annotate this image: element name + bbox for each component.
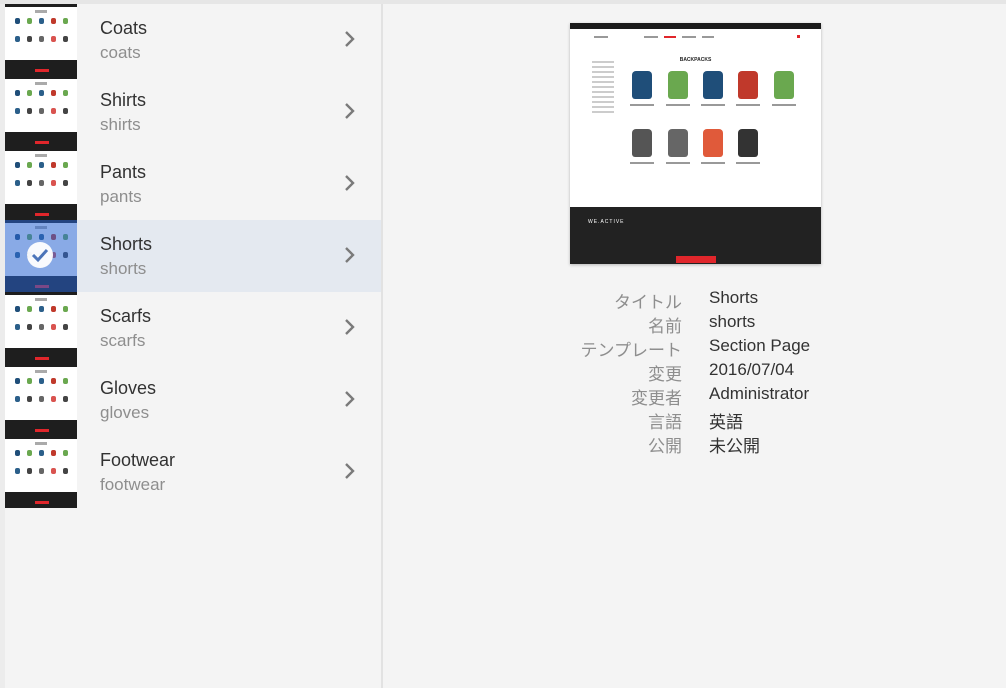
item-name: scarfs [100,331,146,350]
item-title: Pants [100,162,147,182]
property-label: 変更 [648,365,682,385]
property-label: 言語 [648,413,682,433]
preview-footer: WE.ACTIVE [570,207,821,264]
column-view: Coats coats Shirts shirts Pants pants Sh… [5,4,383,688]
property-row: テンプレート Section Page [560,336,860,361]
property-value: Administrator [709,384,810,403]
column-item-shorts[interactable]: Shorts shorts [5,220,381,292]
property-value: 英語 [709,413,743,432]
column-item-scarfs[interactable]: Scarfs scarfs [5,292,381,364]
product-image [632,71,652,99]
product-image [632,129,652,157]
product-image [774,71,794,99]
chevron-right-icon[interactable] [344,174,356,192]
chevron-right-icon[interactable] [344,30,356,48]
preview-button [676,256,716,263]
chevron-right-icon[interactable] [344,102,356,120]
item-name: shirts [100,115,141,134]
property-value: Shorts [709,288,759,307]
product-image [703,129,723,157]
product-label [666,162,690,164]
preview-logo: WE.ACTIVE [588,219,625,225]
property-label: タイトル [614,293,682,313]
item-name: gloves [100,403,150,422]
item-title: Scarfs [100,306,152,326]
property-row: 変更者 Administrator [560,384,860,409]
property-row: タイトル Shorts [560,288,860,313]
product-label [701,104,725,106]
property-row: 言語 英語 [560,408,860,433]
item-name: pants [100,187,142,206]
item-title: Shorts [100,234,153,254]
product-label [736,162,760,164]
property-label: テンプレート [580,341,683,361]
page-preview: BACKPACKS WE.ACTIVE [570,23,821,264]
item-name: coats [100,43,141,62]
column-item-coats[interactable]: Coats coats [5,4,381,76]
page-thumbnail [5,148,77,220]
chevron-right-icon[interactable] [344,318,356,336]
check-circle-icon[interactable] [27,242,53,268]
property-label: 変更者 [631,389,682,409]
property-row: 公開 未公開 [560,432,860,457]
property-value: shorts [709,312,756,331]
product-image [703,71,723,99]
product-label [666,104,690,106]
property-value: 2016/07/04 [709,360,795,379]
page-thumbnail [5,4,77,76]
page-thumbnail [5,76,77,148]
item-name: footwear [100,475,166,494]
column-item-pants[interactable]: Pants pants [5,148,381,220]
product-label [630,162,654,164]
property-label: 公開 [648,437,682,457]
preview-navigation [594,35,800,38]
chevron-right-icon[interactable] [344,390,356,408]
chevron-right-icon[interactable] [344,462,356,480]
product-image [738,129,758,157]
page-thumbnail [5,292,77,364]
product-label [701,162,725,164]
product-image [738,71,758,99]
property-row: 名前 shorts [560,312,860,337]
page-thumbnail [5,364,77,436]
product-image [668,129,688,157]
product-image [668,71,688,99]
product-label [630,104,654,106]
page-thumbnail [5,436,77,508]
column-item-footwear[interactable]: Footwear footwear [5,436,381,508]
item-title: Shirts [100,90,147,110]
item-title: Footwear [100,450,176,470]
chevron-right-icon[interactable] [344,246,356,264]
item-name: shorts [100,259,147,278]
preview-sidebar [592,61,622,116]
item-title: Gloves [100,378,157,398]
preview-topbar [570,23,821,29]
property-value: Section Page [709,336,811,355]
product-label [772,104,796,106]
item-title: Coats [100,18,148,38]
column-item-shirts[interactable]: Shirts shirts [5,76,381,148]
property-label: 名前 [648,317,682,337]
product-label [736,104,760,106]
column-item-gloves[interactable]: Gloves gloves [5,364,381,436]
property-row: 変更 2016/07/04 [560,360,860,385]
property-value: 未公開 [709,437,760,456]
